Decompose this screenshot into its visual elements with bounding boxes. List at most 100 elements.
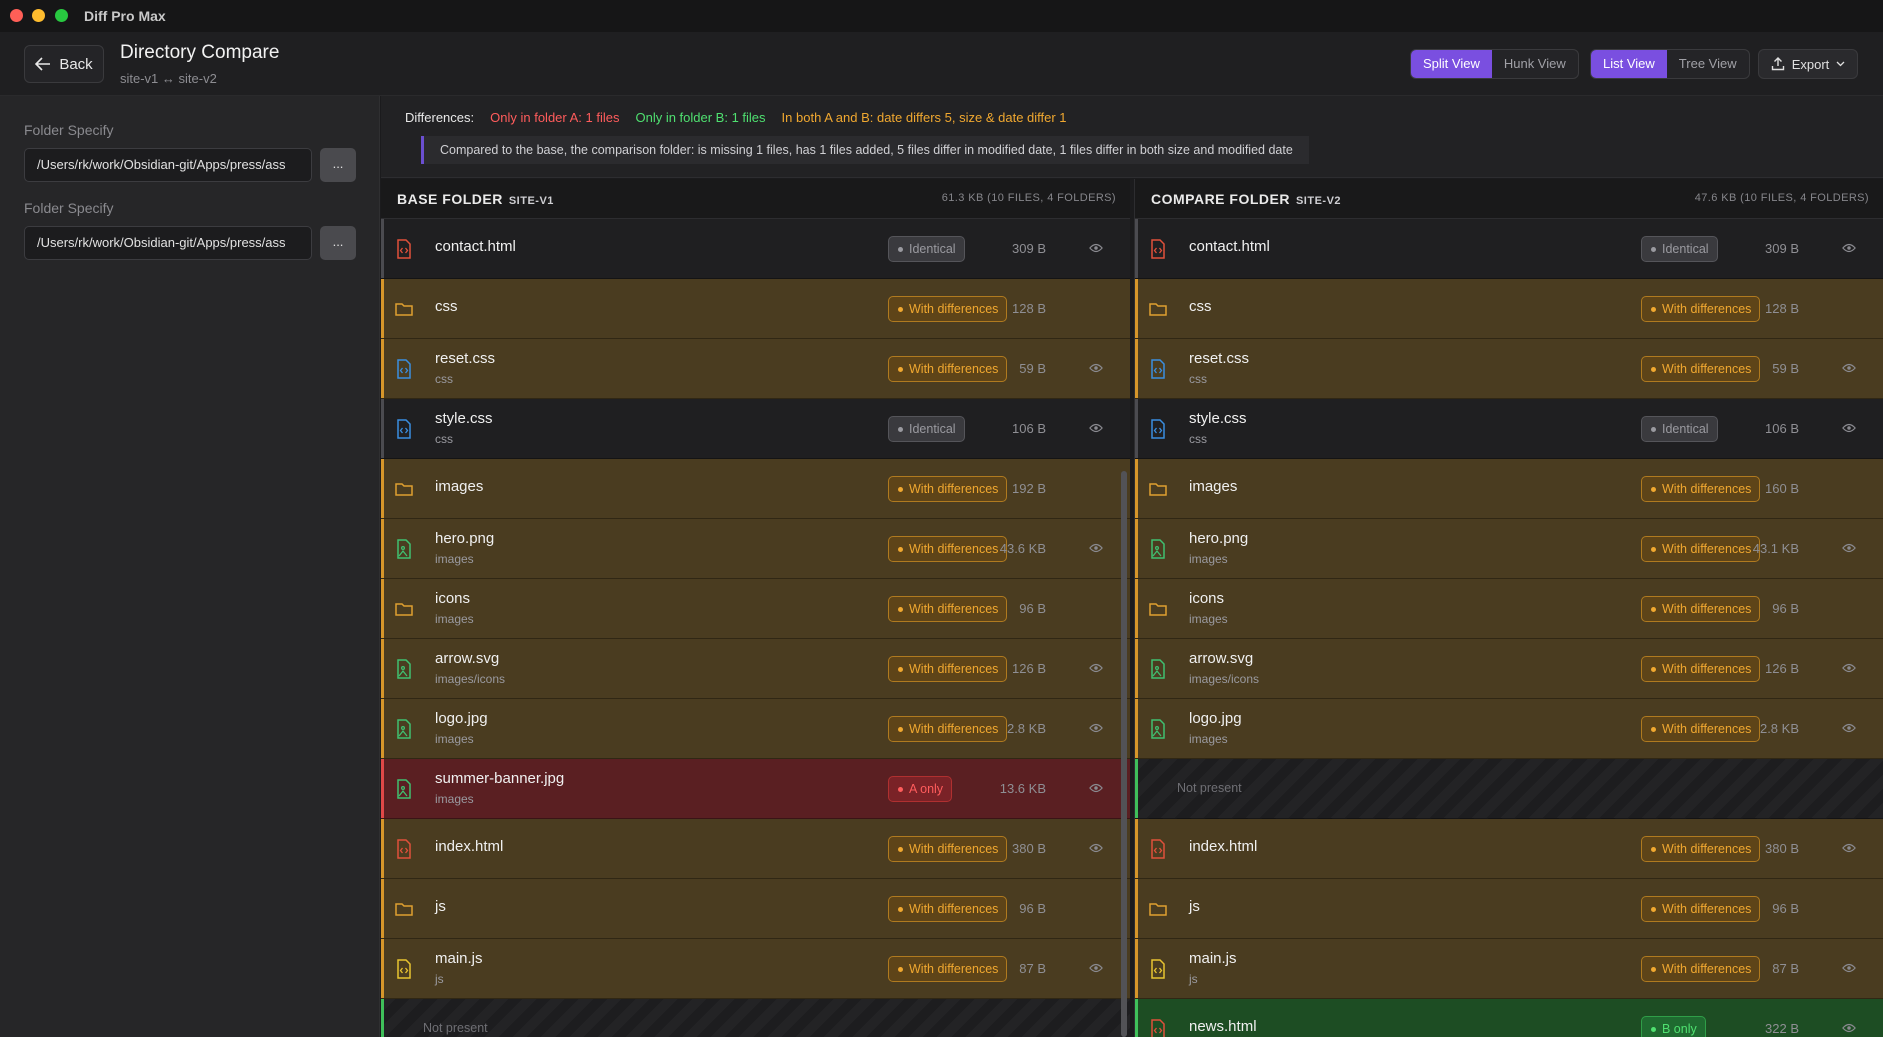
file-size: 43.6 KB (999, 541, 1046, 556)
eye-icon[interactable] (1842, 961, 1856, 975)
export-button[interactable]: Export (1758, 49, 1858, 79)
status-stripe (381, 279, 384, 338)
status-stripe (381, 579, 384, 638)
image-file-icon (395, 719, 413, 739)
compare-file-list: contact.html Identical 309 B css With differ… (1135, 219, 1883, 1037)
file-name: main.js (435, 950, 483, 967)
eye-icon[interactable] (1089, 541, 1103, 555)
file-row[interactable]: index.html With differences 380 B (1135, 819, 1883, 879)
status-stripe (381, 339, 384, 398)
status-stripe (1135, 279, 1138, 338)
file-row[interactable]: css With differences 128 B (1135, 279, 1883, 339)
folder-a-path-input[interactable]: /Users/rk/work/Obsidian-git/Apps/press/a… (24, 148, 312, 182)
minimize-window-button[interactable] (32, 9, 45, 22)
zoom-window-button[interactable] (55, 9, 68, 22)
eye-icon[interactable] (1842, 421, 1856, 435)
file-row[interactable]: logo.jpg images With differences 2.8 KB (381, 699, 1130, 759)
file-row[interactable]: icons images With differences 96 B (1135, 579, 1883, 639)
eye-icon[interactable] (1842, 661, 1856, 675)
file-row[interactable]: js With differences 96 B (381, 879, 1130, 939)
comparison-summary: Compared to the base, the comparison fol… (421, 136, 1309, 164)
file-size: 13.6 KB (999, 781, 1046, 796)
file-row[interactable]: index.html With differences 380 B (381, 819, 1130, 879)
eye-icon[interactable] (1089, 961, 1103, 975)
eye-icon[interactable] (1089, 241, 1103, 255)
folder-b-browse-button[interactable]: ... (320, 226, 356, 260)
file-row[interactable]: logo.jpg images With differences 2.8 KB (1135, 699, 1883, 759)
file-row[interactable]: hero.png images With differences 43.1 KB (1135, 519, 1883, 579)
folder-a-browse-button[interactable]: ... (320, 148, 356, 182)
file-path: images/icons (1189, 672, 1260, 686)
hunk-view-button[interactable]: Hunk View (1492, 50, 1578, 78)
file-name: icons (1189, 590, 1225, 607)
file-path: images (435, 732, 474, 746)
file-row[interactable]: js With differences 96 B (1135, 879, 1883, 939)
base-scrollbar[interactable] (1121, 471, 1127, 1037)
file-row[interactable]: main.js js With differences 87 B (1135, 939, 1883, 999)
close-window-button[interactable] (10, 9, 23, 22)
file-row[interactable]: style.css css Identical 106 B (1135, 399, 1883, 459)
file-row[interactable]: reset.css css With differences 59 B (1135, 339, 1883, 399)
file-name: css (1189, 298, 1212, 315)
split-view-button[interactable]: Split View (1411, 50, 1492, 78)
status-stripe (381, 459, 384, 518)
file-name: hero.png (1189, 530, 1249, 547)
file-name: contact.html (435, 238, 516, 255)
file-path: css (1189, 432, 1207, 446)
file-row[interactable]: images With differences 192 B (381, 459, 1130, 519)
file-row[interactable]: icons images With differences 96 B (381, 579, 1130, 639)
folder-icon (395, 899, 413, 919)
eye-icon[interactable] (1089, 361, 1103, 375)
status-stripe (1135, 579, 1138, 638)
file-row[interactable]: contact.html Identical 309 B (1135, 219, 1883, 279)
file-name: main.js (1189, 950, 1237, 967)
file-row[interactable]: arrow.svg images/icons With differences 126… (381, 639, 1130, 699)
file-size: 106 B (1765, 421, 1799, 436)
differences-bar: Differences: Only in folder A: 1 files O… (381, 96, 1883, 178)
file-row[interactable]: contact.html Identical 309 B (381, 219, 1130, 279)
status-stripe (1135, 699, 1138, 758)
eye-icon[interactable] (1842, 721, 1856, 735)
file-path: images (435, 612, 474, 626)
back-button[interactable]: Back (24, 45, 104, 83)
eye-icon[interactable] (1842, 361, 1856, 375)
eye-icon[interactable] (1089, 661, 1103, 675)
compare-pane-header: COMPARE FOLDER SITE-V2 47.6 KB (10 FILES,… (1135, 179, 1883, 219)
file-row[interactable]: style.css css Identical 106 B (381, 399, 1130, 459)
eye-icon[interactable] (1089, 421, 1103, 435)
folder-icon (1149, 479, 1167, 499)
eye-icon[interactable] (1089, 721, 1103, 735)
status-stripe (381, 819, 384, 878)
eye-icon[interactable] (1842, 241, 1856, 255)
status-stripe (1135, 819, 1138, 878)
folder-icon (395, 599, 413, 619)
tree-view-button[interactable]: Tree View (1667, 50, 1749, 78)
status-stripe (1135, 639, 1138, 698)
file-row[interactable]: main.js js With differences 87 B (381, 939, 1130, 999)
eye-icon[interactable] (1842, 1021, 1856, 1035)
sidebar: Folder Specify /Users/rk/work/Obsidian-g… (0, 96, 380, 1037)
folder-icon (395, 479, 413, 499)
folder-b-path-input[interactable]: /Users/rk/work/Obsidian-git/Apps/press/a… (24, 226, 312, 260)
file-row[interactable]: arrow.svg images/icons With differences 126… (1135, 639, 1883, 699)
file-row[interactable]: reset.css css With differences 59 B (381, 339, 1130, 399)
eye-icon[interactable] (1842, 841, 1856, 855)
eye-icon[interactable] (1842, 541, 1856, 555)
eye-icon[interactable] (1089, 841, 1103, 855)
compare-pane-title: COMPARE FOLDER SITE-V2 (1151, 191, 1341, 207)
file-row[interactable]: css With differences 128 B (381, 279, 1130, 339)
file-row[interactable]: images With differences 160 B (1135, 459, 1883, 519)
list-view-button[interactable]: List View (1591, 50, 1667, 78)
base-pane-header: BASE FOLDER SITE-V1 61.3 KB (10 FILES, 4 … (381, 179, 1130, 219)
not-present-label: Not present (423, 1021, 488, 1035)
file-row[interactable]: news.html B only 322 B (1135, 999, 1883, 1037)
header: Back Directory Compare site-v1 ↔ site-v2… (0, 32, 1883, 96)
file-path: images (1189, 552, 1228, 566)
app-title: Diff Pro Max (84, 8, 166, 24)
eye-icon[interactable] (1089, 781, 1103, 795)
file-path: images (435, 792, 474, 806)
file-row[interactable]: summer-banner.jpg images A only 13.6 KB (381, 759, 1130, 819)
file-row[interactable]: hero.png images With differences 43.6 KB (381, 519, 1130, 579)
status-badge: Identical (1641, 236, 1718, 262)
compare-pane-stats: 47.6 KB (10 FILES, 4 FOLDERS) (1694, 192, 1869, 204)
